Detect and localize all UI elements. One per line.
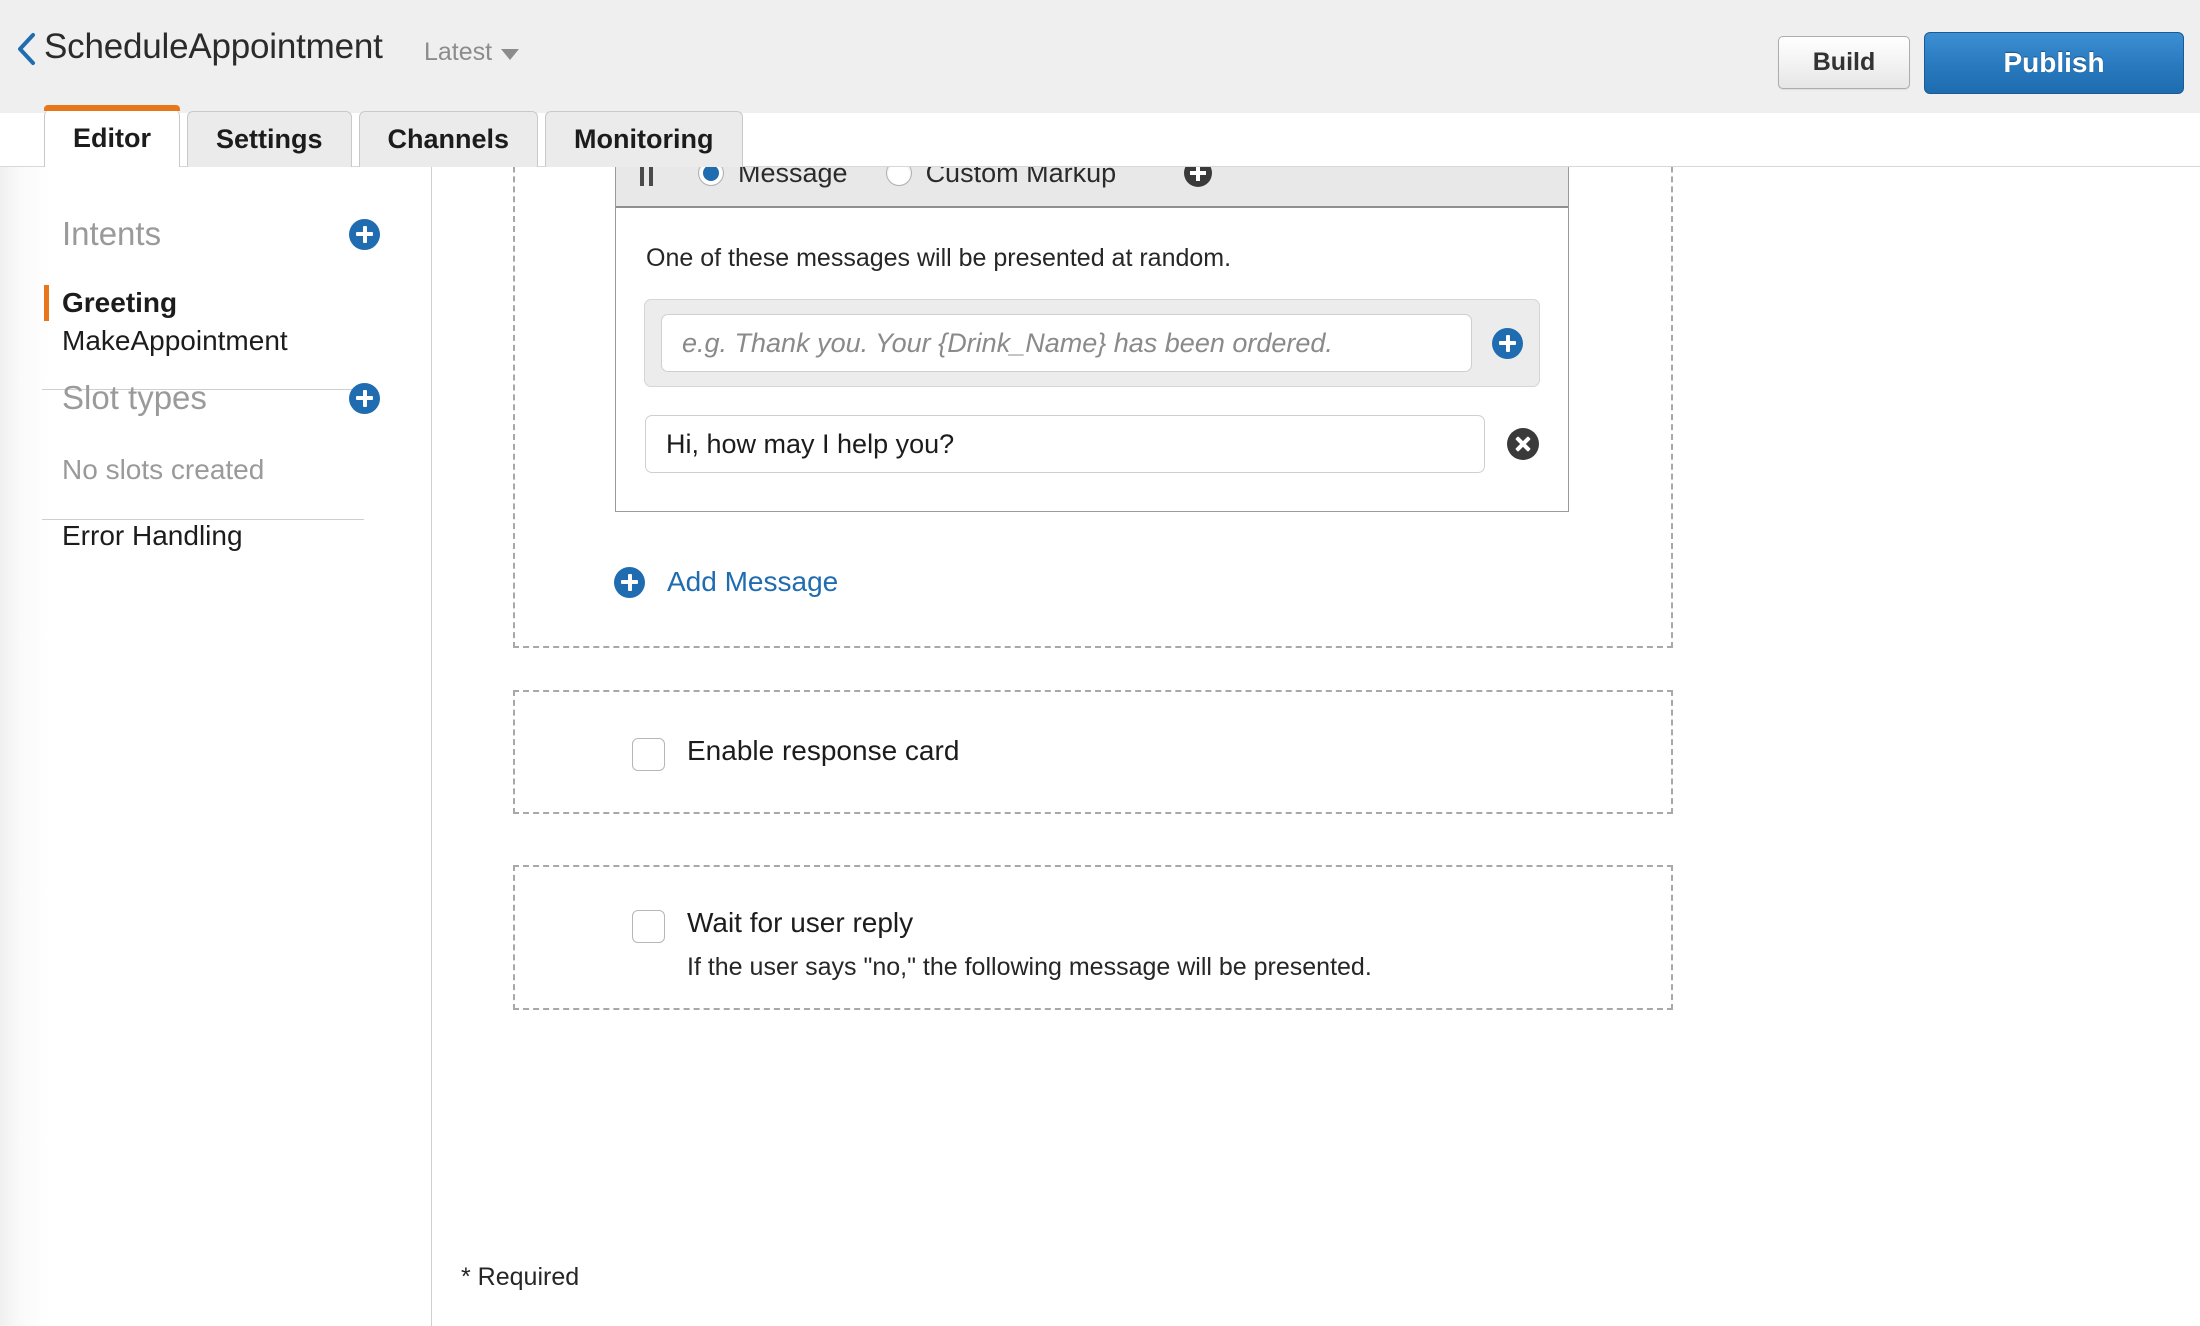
required-note: * Required xyxy=(461,1263,580,1291)
version-label: Latest xyxy=(424,38,493,66)
random-message-note: One of these messages will be presented … xyxy=(646,244,1232,272)
new-message-add-icon[interactable] xyxy=(1492,327,1523,359)
add-message-group-plus-icon[interactable] xyxy=(1184,167,1213,187)
add-message-plus-icon[interactable] xyxy=(614,566,645,598)
intents-title: Intents xyxy=(62,215,162,252)
main-tabs: Editor Settings Channels Monitoring xyxy=(44,105,743,167)
build-button[interactable]: Build xyxy=(1778,36,1910,89)
wait-for-user-reply-label: Wait for user reply xyxy=(687,907,914,938)
sidebar-item-greeting[interactable]: Greeting xyxy=(62,287,177,319)
sidebar-item-makeappointment[interactable]: MakeAppointment xyxy=(62,325,288,357)
radio-custom-markup[interactable]: Custom Markup xyxy=(885,167,1117,189)
page-header: ScheduleAppointment Latest Build Publish xyxy=(0,0,2200,113)
sidebar: Intents Greeting MakeAppointment Slot ty… xyxy=(0,167,432,1326)
enable-response-card-row[interactable]: Enable response card xyxy=(632,735,959,771)
radio-message[interactable]: Message xyxy=(698,167,848,189)
delete-message-group-trash-icon[interactable] xyxy=(1486,167,1512,190)
sidebar-item-error-handling[interactable]: Error Handling xyxy=(62,520,243,552)
message-card-body: One of these messages will be presented … xyxy=(616,208,1568,511)
drag-handle-icon[interactable] xyxy=(640,167,660,186)
tab-settings[interactable]: Settings xyxy=(187,111,352,167)
new-message-input[interactable] xyxy=(661,314,1472,372)
wait-for-user-reply-checkbox[interactable] xyxy=(632,910,665,943)
selected-intent-indicator xyxy=(44,285,49,321)
existing-message-row xyxy=(644,415,1540,473)
wait-for-user-reply-description: If the user says "no," the following mes… xyxy=(687,953,1372,981)
add-message-label: Add Message xyxy=(667,566,839,597)
lex-console-page: ScheduleAppointment Latest Build Publish… xyxy=(0,0,2200,1326)
remove-message-icon[interactable] xyxy=(1507,428,1539,460)
radio-custom-markup-label: Custom Markup xyxy=(925,167,1117,188)
main-content: Message Custom Markup One of these messa… xyxy=(432,167,2200,1326)
tab-editor[interactable]: Editor xyxy=(44,105,180,167)
publish-button[interactable]: Publish xyxy=(1924,32,2184,94)
add-intent-plus-icon[interactable] xyxy=(349,218,380,250)
enable-response-card-label: Enable response card xyxy=(687,735,960,766)
version-selector[interactable]: Latest xyxy=(424,38,520,67)
sidebar-section-slot-types: Slot types xyxy=(62,379,380,417)
tab-monitoring[interactable]: Monitoring xyxy=(545,111,743,167)
tab-channels[interactable]: Channels xyxy=(358,111,539,167)
sidebar-section-intents: Intents xyxy=(62,215,380,253)
page-title: ScheduleAppointment xyxy=(44,27,383,66)
add-message-link[interactable]: Add Message xyxy=(614,566,838,598)
caret-down-icon xyxy=(501,49,520,60)
enable-response-card-checkbox[interactable] xyxy=(632,738,665,771)
existing-message-input[interactable] xyxy=(645,415,1485,473)
wait-for-user-reply-row[interactable]: Wait for user reply If the user says "no… xyxy=(632,907,1372,982)
wait-for-user-reply-text-group: Wait for user reply If the user says "no… xyxy=(687,907,1372,982)
add-slot-type-plus-icon[interactable] xyxy=(349,382,380,414)
back-chevron-icon[interactable] xyxy=(14,32,40,66)
radio-message-input[interactable] xyxy=(698,167,724,186)
message-card-toolbar: Message Custom Markup xyxy=(616,167,1568,208)
slot-types-title: Slot types xyxy=(62,379,207,416)
radio-custom-markup-input[interactable] xyxy=(885,167,912,186)
new-message-row xyxy=(644,299,1540,387)
message-card: Message Custom Markup One of these messa… xyxy=(615,167,1569,512)
radio-message-label: Message xyxy=(738,167,848,188)
no-slots-created-text: No slots created xyxy=(62,454,265,485)
